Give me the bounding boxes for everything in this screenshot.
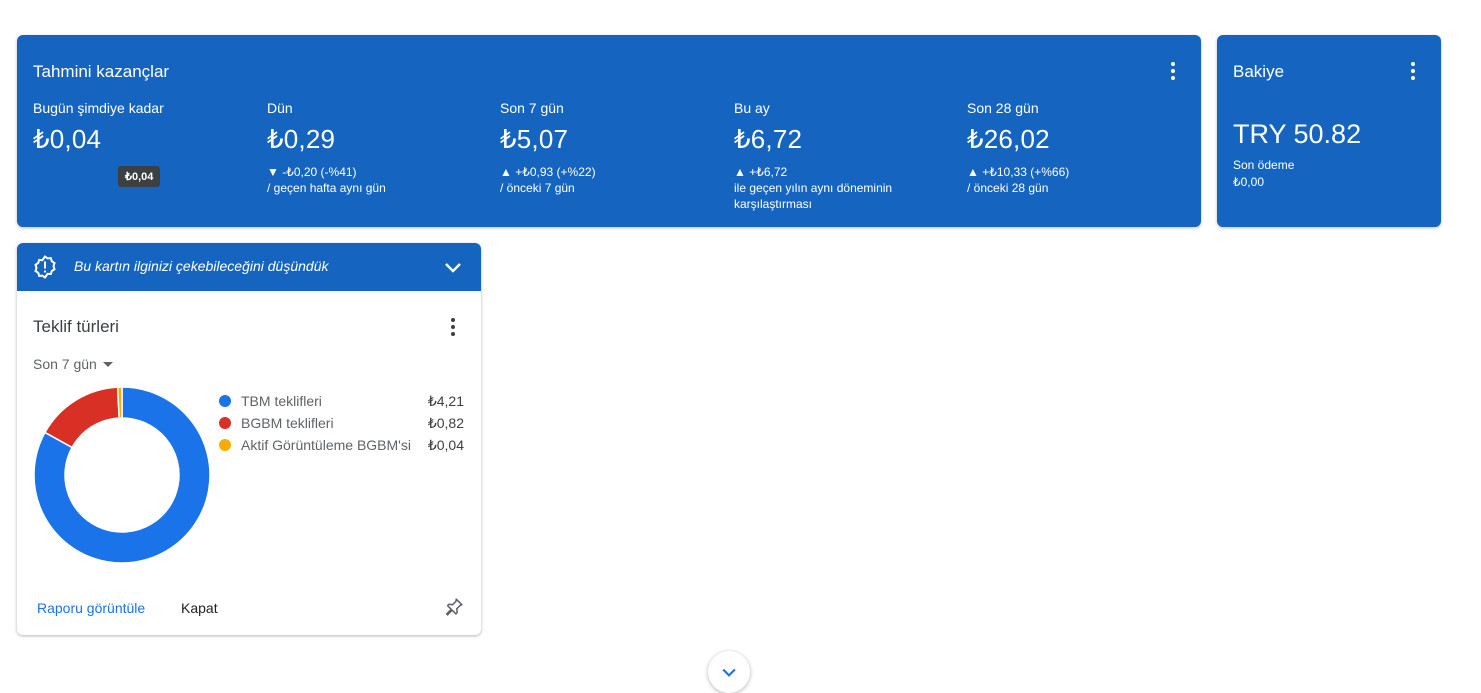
metric-compare: / geçen hafta aynı gün [267, 181, 386, 195]
dismiss-button[interactable]: Kapat [181, 600, 218, 616]
metric-compare: ile geçen yılın aynı döneminin karşılaşt… [734, 181, 893, 211]
view-report-link[interactable]: Raporu görüntüle [37, 600, 145, 616]
metric-change: ▲ +₺10,33 (+%66) [967, 165, 1070, 179]
chevron-down-icon [722, 668, 736, 677]
today-tooltip: ₺0,04 [118, 166, 161, 187]
metric-label: Bu ay [734, 100, 770, 116]
banner-text: Bu kartın ilginizi çekebileceğini düşünd… [74, 258, 329, 274]
metric-last-7-days[interactable]: Son 7 gün ₺5,07 ▲ +₺0,93 (+%22) / önceki… [500, 100, 720, 196]
metric-label: Son 7 gün [500, 100, 564, 116]
balance-title: Bakiye [1233, 62, 1285, 81]
legend-name: BGBM teklifleri [241, 415, 334, 431]
card-more-icon[interactable] [441, 315, 465, 339]
chart-legend: TBM teklifleri ₺4,21 BGBM teklifleri ₺0,… [219, 390, 464, 456]
legend-dot [219, 417, 231, 429]
pin-icon[interactable] [443, 596, 465, 618]
bid-types-card: Bu kartın ilginizi çekebileceğini düşünd… [17, 243, 481, 635]
period-label: Son 7 gün [33, 356, 97, 372]
metric-value: ₺6,72 [734, 124, 803, 154]
earnings-more-icon[interactable] [1161, 59, 1185, 83]
card-title: Teklif türleri [33, 317, 119, 336]
legend-item: BGBM teklifleri ₺0,82 [219, 412, 464, 434]
metric-value: ₺0,29 [267, 124, 336, 154]
metric-change: ▼ -₺0,20 (-%41) [267, 165, 357, 179]
earnings-title: Tahmini kazançlar [33, 62, 170, 81]
last-payment-label: Son ödeme [1233, 158, 1295, 172]
legend-dot [219, 395, 231, 407]
metric-label: Son 28 gün [967, 100, 1039, 116]
metric-last-28-days[interactable]: Son 28 gün ₺26,02 ▲ +₺10,33 (+%66) / önc… [967, 100, 1187, 196]
metric-yesterday[interactable]: Dün ₺0,29 ▼ -₺0,20 (-%41) / geçen hafta … [267, 100, 487, 196]
metric-compare: / önceki 7 gün [500, 181, 575, 195]
period-dropdown[interactable]: Son 7 gün [33, 356, 113, 372]
balance-more-icon[interactable] [1401, 59, 1425, 83]
metric-value: ₺0,04 [33, 124, 102, 154]
legend-name: TBM teklifleri [241, 393, 322, 409]
balance-value: TRY 50.82 [1233, 119, 1362, 149]
legend-name: Aktif Görüntüleme BGBM'si [241, 437, 411, 453]
suggestion-banner[interactable]: Bu kartın ilginizi çekebileceğini düşünd… [17, 243, 481, 291]
legend-value: ₺0,04 [427, 436, 464, 453]
metric-label: Dün [267, 100, 293, 116]
legend-item: TBM teklifleri ₺4,21 [219, 390, 464, 412]
bid-types-donut-chart [33, 386, 211, 564]
donut-slice[interactable] [43, 386, 120, 449]
balance-card: Bakiye TRY 50.82 Son ödeme ₺0,00 [1217, 35, 1441, 227]
metric-compare: / önceki 28 gün [967, 181, 1049, 195]
legend-dot [219, 439, 231, 451]
donut-slice[interactable] [116, 386, 123, 419]
metric-change: ▲ +₺0,93 (+%22) [500, 165, 596, 179]
metric-label: Bugün şimdiye kadar [33, 100, 164, 116]
metric-change: ▲ +₺6,72 [734, 165, 788, 179]
metric-today[interactable]: Bugün şimdiye kadar ₺0,04 [33, 100, 253, 155]
last-payment-value: ₺0,00 [1233, 175, 1264, 189]
insight-badge-icon [34, 255, 56, 279]
scroll-down-button[interactable] [708, 651, 750, 693]
legend-item: Aktif Görüntüleme BGBM'si ₺0,04 [219, 434, 464, 456]
metric-this-month[interactable]: Bu ay ₺6,72 ▲ +₺6,72 ile geçen yılın ayn… [734, 100, 924, 212]
chevron-down-icon[interactable] [441, 255, 465, 279]
estimated-earnings-card: Tahmini kazançlar Bugün şimdiye kadar ₺0… [17, 35, 1201, 227]
metric-value: ₺26,02 [967, 124, 1050, 154]
caret-down-icon [102, 361, 113, 367]
metric-value: ₺5,07 [500, 124, 569, 154]
legend-value: ₺0,82 [427, 414, 464, 431]
legend-value: ₺4,21 [427, 392, 464, 409]
